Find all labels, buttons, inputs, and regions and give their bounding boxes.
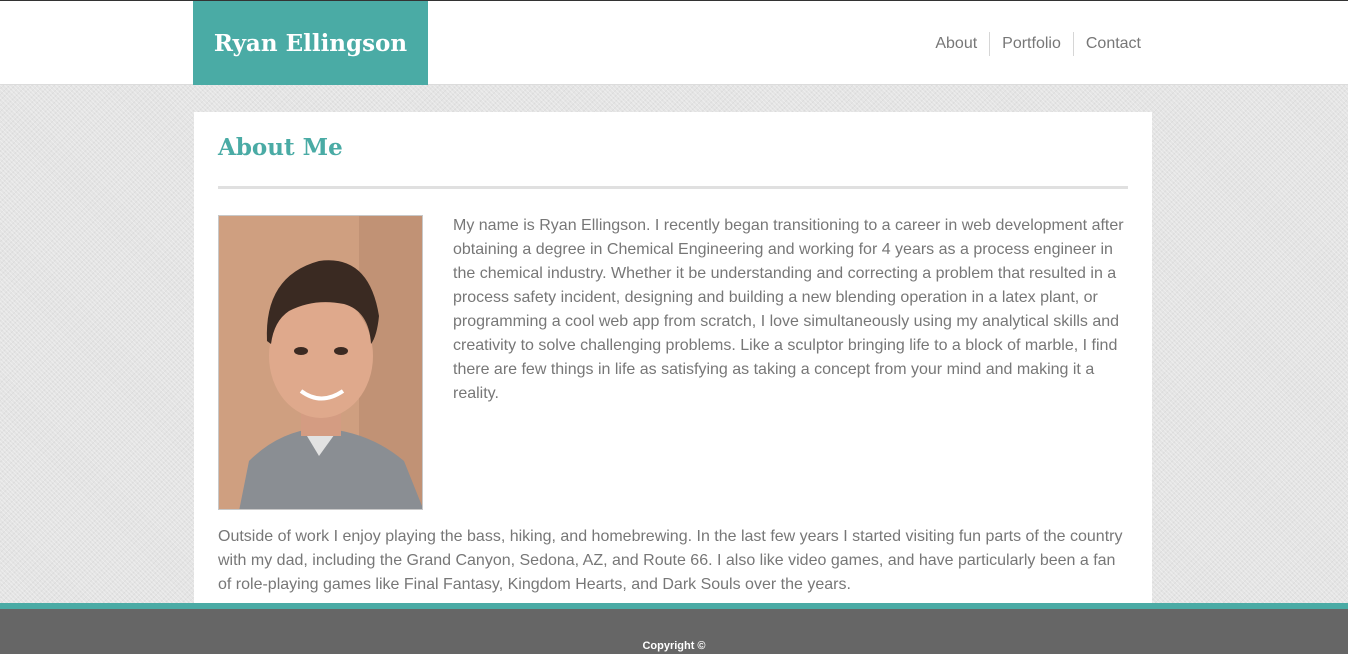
nav-portfolio-link[interactable]: Portfolio: [989, 32, 1073, 56]
nav-about-link[interactable]: About: [923, 32, 989, 56]
page-title: About Me: [218, 134, 343, 161]
title-divider: [218, 186, 1128, 189]
main-nav: About Portfolio Contact: [923, 31, 1153, 57]
copyright-text: Copyright ©: [642, 640, 706, 652]
outro-paragraph: Outside of work I enjoy playing the bass…: [218, 528, 1123, 593]
about-panel: About Me My name is Ryan Ellingson. I re…: [194, 112, 1152, 608]
profile-photo: [218, 215, 423, 510]
brand-name[interactable]: Ryan Ellingson: [214, 30, 407, 57]
site-footer: Copyright ©: [0, 609, 1348, 654]
brand-logo[interactable]: Ryan Ellingson: [193, 1, 428, 85]
intro-paragraph: My name is Ryan Ellingson. I recently be…: [453, 217, 1124, 402]
site-header: Ryan Ellingson About Portfolio Contact: [0, 0, 1348, 85]
profile-photo-illustration: [219, 216, 422, 509]
nav-contact-link[interactable]: Contact: [1072, 32, 1153, 56]
